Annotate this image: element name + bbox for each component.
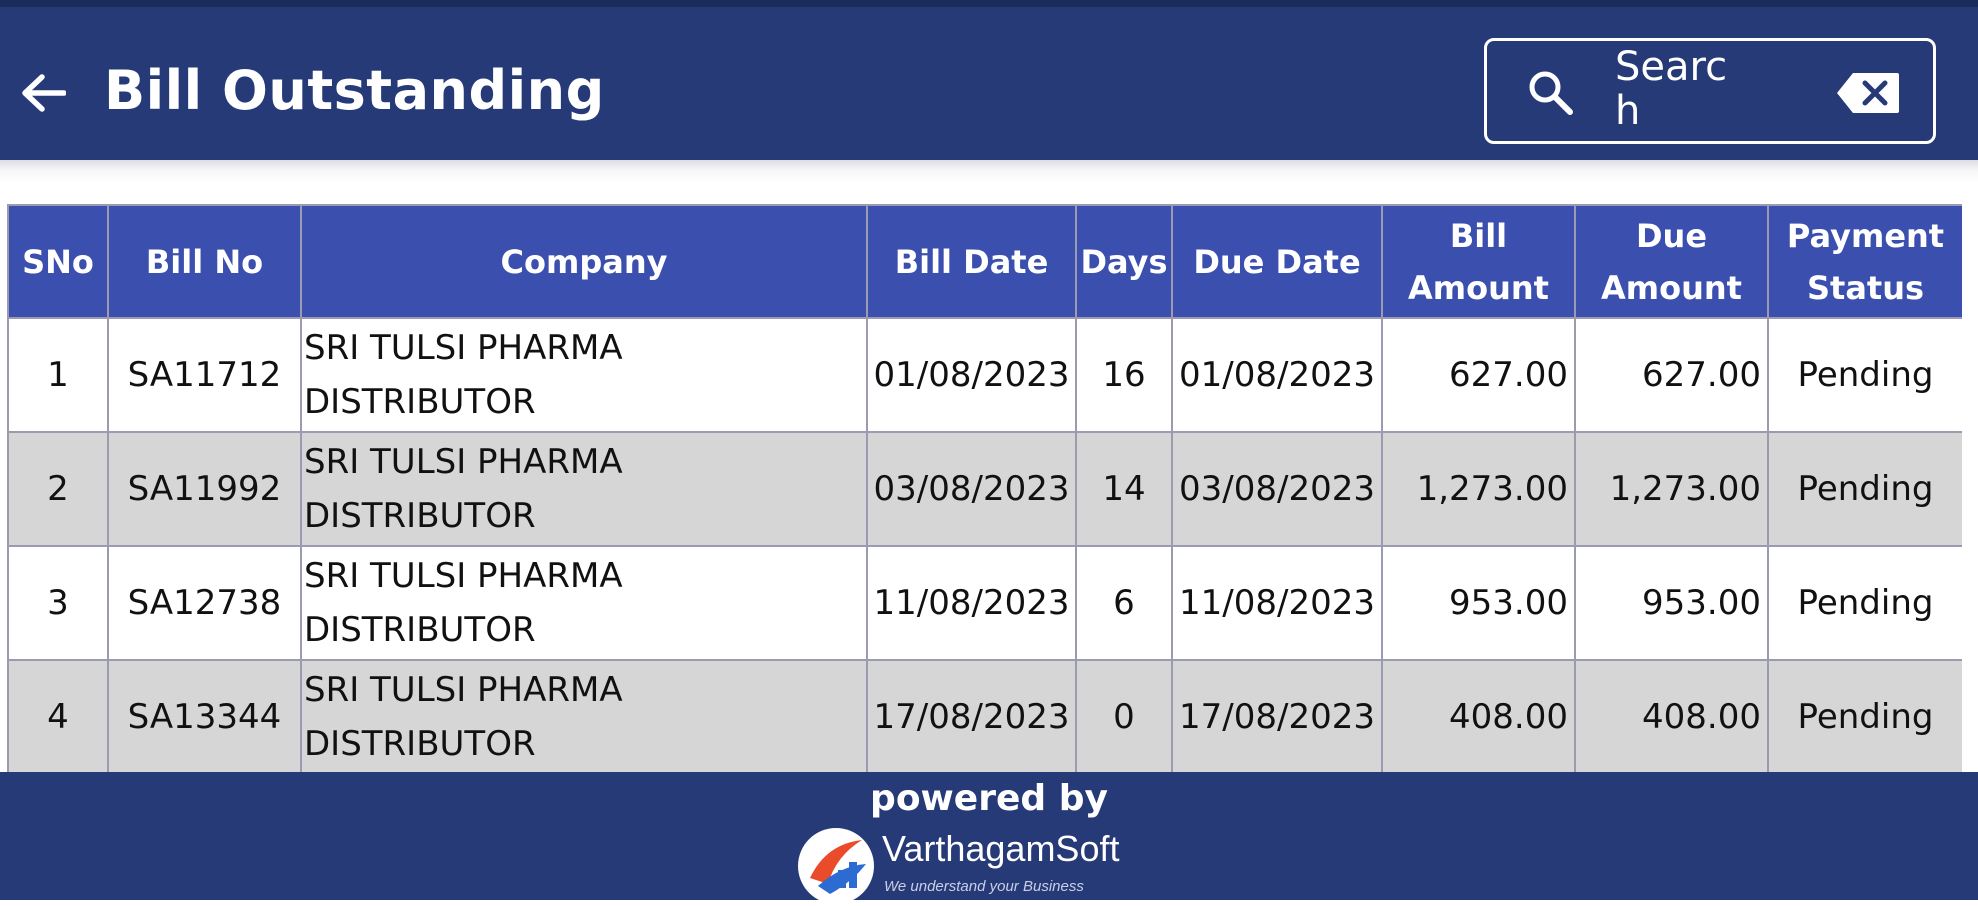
cell-days: 0 xyxy=(1075,659,1173,772)
cell-payment-status: Pending xyxy=(1767,545,1962,661)
cell-bill-date: 11/08/2023 xyxy=(866,545,1077,661)
cell-days: 16 xyxy=(1075,317,1173,433)
cell-due-date: 17/08/2023 xyxy=(1171,659,1383,772)
search-input[interactable] xyxy=(1615,45,1745,137)
column-header-sno[interactable]: SNo xyxy=(7,204,109,319)
column-header-days[interactable]: Days xyxy=(1075,204,1173,319)
cell-sno: 4 xyxy=(7,659,109,772)
cell-due-date: 11/08/2023 xyxy=(1171,545,1383,661)
cell-sno: 3 xyxy=(7,545,109,661)
cell-bill-amount: 627.00 xyxy=(1381,317,1576,433)
powered-by-label: powered by xyxy=(870,778,1108,819)
cell-payment-status: Pending xyxy=(1767,317,1962,433)
cell-bill-date: 03/08/2023 xyxy=(866,431,1077,547)
table-row[interactable]: 1 SA11712 SRI TULSI PHARMA DISTRIBUTOR 0… xyxy=(7,317,1962,433)
cell-company: SRI TULSI PHARMA DISTRIBUTOR xyxy=(300,317,868,433)
column-header-bill-amount[interactable]: Bill Amount xyxy=(1381,204,1576,319)
cell-payment-status: Pending xyxy=(1767,659,1962,772)
page-title: Bill Outstanding xyxy=(104,59,605,122)
column-header-company[interactable]: Company xyxy=(300,204,868,319)
cell-bill-date: 01/08/2023 xyxy=(866,317,1077,433)
cell-bill-amount: 1,273.00 xyxy=(1381,431,1576,547)
cell-bill-no: SA12738 xyxy=(107,545,302,661)
column-header-payment-status[interactable]: Payment Status xyxy=(1767,204,1962,319)
cell-due-date: 01/08/2023 xyxy=(1171,317,1383,433)
cell-payment-status: Pending xyxy=(1767,431,1962,547)
search-box[interactable] xyxy=(1484,38,1936,144)
cell-company: SRI TULSI PHARMA DISTRIBUTOR xyxy=(300,545,868,661)
cell-days: 6 xyxy=(1075,545,1173,661)
cell-due-date: 03/08/2023 xyxy=(1171,431,1383,547)
cell-bill-no: SA13344 xyxy=(107,659,302,772)
app-bar: Bill Outstanding xyxy=(0,0,1978,160)
table-row[interactable]: 4 SA13344 SRI TULSI PHARMA DISTRIBUTOR 1… xyxy=(7,659,1962,772)
cell-bill-amount: 953.00 xyxy=(1381,545,1576,661)
cell-due-amount: 1,273.00 xyxy=(1574,431,1769,547)
header-shadow xyxy=(0,160,1978,204)
cell-bill-date: 17/08/2023 xyxy=(866,659,1077,772)
cell-bill-no: SA11712 xyxy=(107,317,302,433)
bill-outstanding-table: SNo Bill No Company Bill Date Days Due D… xyxy=(7,204,1962,772)
varthagamsoft-logo-icon[interactable] xyxy=(796,826,876,906)
footer: powered by VarthagamSoft We understand y… xyxy=(0,772,1978,904)
column-header-due-date[interactable]: Due Date xyxy=(1171,204,1383,319)
arrow-left-icon xyxy=(22,74,66,112)
cell-company: SRI TULSI PHARMA DISTRIBUTOR xyxy=(300,659,868,772)
brand-tagline: We understand your Business xyxy=(884,878,1084,895)
bill-table-container[interactable]: SNo Bill No Company Bill Date Days Due D… xyxy=(7,204,1962,772)
backspace-clear-icon[interactable] xyxy=(1835,71,1901,115)
cell-sno: 1 xyxy=(7,317,109,433)
cell-bill-amount: 408.00 xyxy=(1381,659,1576,772)
back-button[interactable] xyxy=(14,65,72,121)
column-header-bill-no[interactable]: Bill No xyxy=(107,204,302,319)
brand-name: VarthagamSoft xyxy=(882,828,1120,869)
column-header-bill-date[interactable]: Bill Date xyxy=(866,204,1077,319)
cell-bill-no: SA11992 xyxy=(107,431,302,547)
cell-due-amount: 627.00 xyxy=(1574,317,1769,433)
cell-company: SRI TULSI PHARMA DISTRIBUTOR xyxy=(300,431,868,547)
table-row[interactable]: 2 SA11992 SRI TULSI PHARMA DISTRIBUTOR 0… xyxy=(7,431,1962,547)
table-row[interactable]: 3 SA12738 SRI TULSI PHARMA DISTRIBUTOR 1… xyxy=(7,545,1962,661)
cell-due-amount: 953.00 xyxy=(1574,545,1769,661)
table-header-row: SNo Bill No Company Bill Date Days Due D… xyxy=(7,204,1962,319)
column-header-due-amount[interactable]: Due Amount xyxy=(1574,204,1769,319)
cell-sno: 2 xyxy=(7,431,109,547)
search-icon xyxy=(1529,71,1573,115)
cell-days: 14 xyxy=(1075,431,1173,547)
cell-due-amount: 408.00 xyxy=(1574,659,1769,772)
